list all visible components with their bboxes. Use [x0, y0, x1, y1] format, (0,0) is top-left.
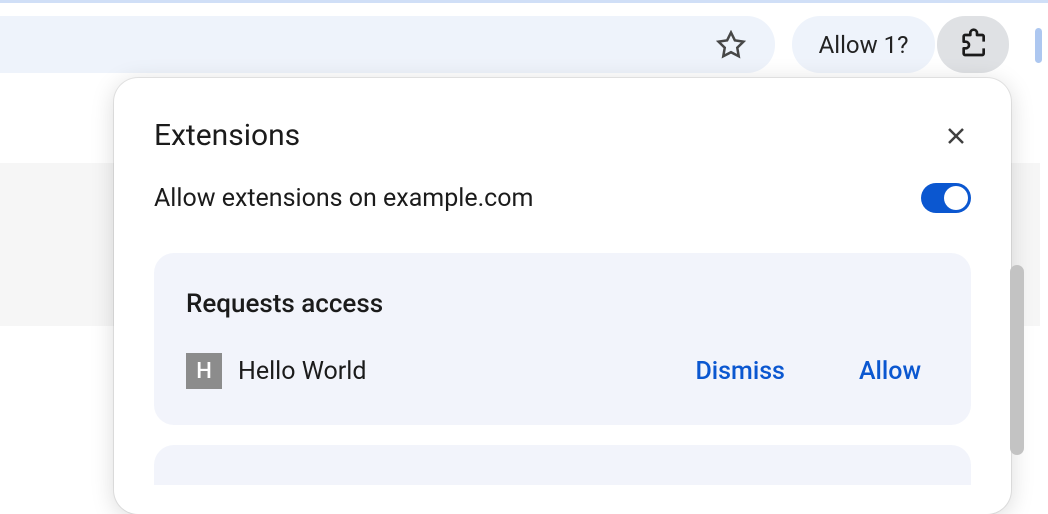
allow-on-site-toggle[interactable]: [921, 183, 971, 213]
allow-on-site-row: Allow extensions on example.com: [154, 183, 971, 213]
address-bar[interactable]: [0, 16, 775, 73]
toggle-knob: [944, 186, 968, 210]
allow-button[interactable]: Allow: [859, 357, 921, 386]
extension-row: H Hello World Dismiss Allow: [186, 353, 921, 389]
extension-icon: H: [186, 353, 222, 389]
popup-title: Extensions: [154, 118, 300, 153]
scrollbar[interactable]: [1010, 265, 1024, 455]
browser-toolbar: Allow 1?: [0, 0, 1048, 80]
extensions-button[interactable]: [937, 16, 1009, 73]
bookmark-star-icon[interactable]: [716, 30, 746, 60]
puzzle-icon: [957, 27, 989, 63]
close-icon: [944, 124, 968, 148]
section-title: Requests access: [186, 289, 921, 319]
requests-access-card: Requests access H Hello World Dismiss Al…: [154, 253, 971, 425]
extensions-popup: Extensions Allow extensions on example.c…: [114, 78, 1011, 514]
next-section-card: [154, 445, 971, 485]
allow-on-site-label: Allow extensions on example.com: [154, 184, 533, 213]
extension-name: Hello World: [238, 357, 679, 386]
dismiss-button[interactable]: Dismiss: [695, 357, 784, 386]
allow-prompt-button[interactable]: Allow 1?: [792, 16, 935, 73]
extension-icon-letter: H: [196, 359, 212, 384]
popup-header: Extensions: [154, 118, 971, 153]
close-button[interactable]: [941, 121, 971, 151]
profile-accent: [1035, 28, 1042, 63]
allow-prompt-label: Allow 1?: [819, 31, 909, 59]
